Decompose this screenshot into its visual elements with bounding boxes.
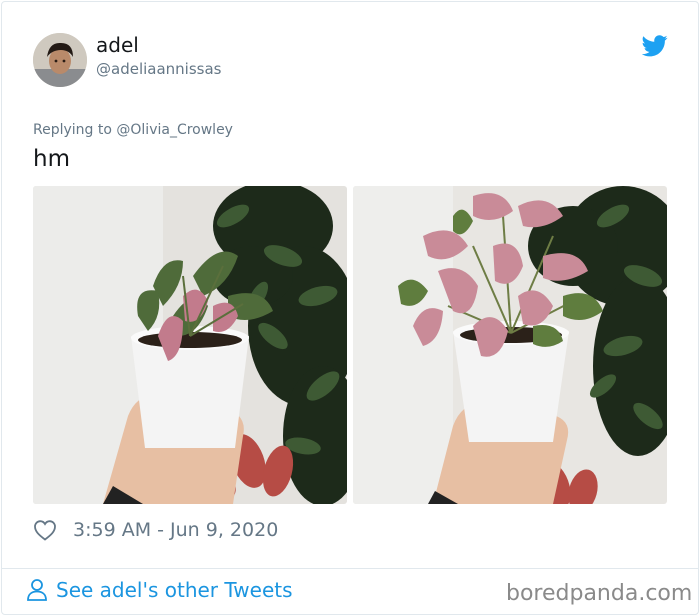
- replying-to: Replying to @Olivia_Crowley: [33, 122, 233, 138]
- twitter-bird-icon[interactable]: [642, 35, 668, 57]
- tweet-photo-healthy-plant[interactable]: [353, 186, 667, 504]
- tweet-card: adel @adeliaannissas Replying to @Olivia…: [1, 1, 699, 615]
- heart-outline-icon[interactable]: [33, 519, 57, 541]
- divider: [2, 568, 698, 569]
- watermark: boredpanda.com: [506, 581, 693, 606]
- person-outline-icon: [27, 579, 47, 601]
- user-handle[interactable]: @adeliaannissas: [96, 60, 221, 78]
- tweet-photo-wilted-plant[interactable]: [33, 186, 347, 504]
- tweet-timestamp[interactable]: 3:59 AM - Jun 9, 2020: [73, 519, 278, 541]
- display-name[interactable]: adel: [96, 33, 139, 57]
- reply-to-mention[interactable]: @Olivia_Crowley: [116, 122, 233, 138]
- reply-prefix: Replying to: [33, 122, 112, 138]
- see-other-tweets-label: See adel's other Tweets: [56, 578, 293, 602]
- avatar[interactable]: [33, 33, 87, 87]
- see-other-tweets-link[interactable]: See adel's other Tweets: [26, 578, 293, 602]
- tweet-text: hm: [33, 146, 70, 172]
- tweet-meta: 3:59 AM - Jun 9, 2020: [33, 516, 278, 544]
